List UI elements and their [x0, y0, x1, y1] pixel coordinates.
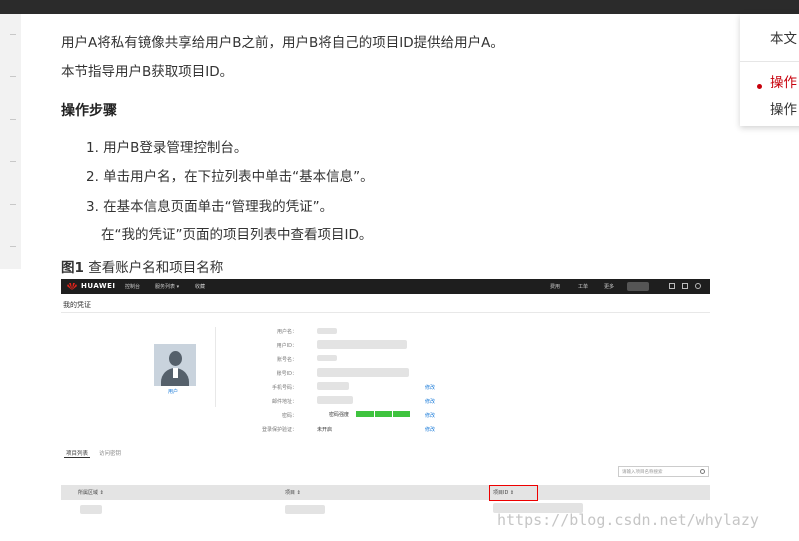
step-item-3: 3. 在基本信息页面单击“管理我的凭证”。 [86, 199, 334, 215]
project-table-header [61, 485, 710, 500]
value-email-blurred [317, 396, 353, 404]
edit-login-protect-link[interactable]: 修改 [425, 426, 435, 433]
cell-project-blurred [285, 505, 325, 514]
login-protect-value: 未开启 [317, 427, 333, 433]
nav-menu-services[interactable]: 服务列表 ▾ [155, 283, 179, 290]
value-username-blurred [317, 328, 337, 334]
value-user-id-blurred [317, 340, 407, 349]
brand-name: HUAWEI [81, 282, 116, 290]
huawei-logo-icon [67, 283, 77, 290]
sidebar-tick [10, 119, 16, 120]
intro-paragraph-2: 本节指导用户B获取项目ID。 [61, 64, 234, 80]
username-blurred[interactable] [627, 282, 649, 291]
nav-menu-console[interactable]: 控制台 [125, 283, 140, 290]
page-title: 我的凭证 [63, 301, 91, 309]
tab-access-keys[interactable]: 访问密钥 [99, 449, 121, 457]
help-icon[interactable] [695, 283, 701, 289]
document-icon[interactable] [682, 283, 688, 289]
nav-menu-favorites[interactable]: 收藏 [195, 283, 205, 290]
figure-number: 图1 [61, 260, 84, 276]
sidebar-tick [10, 246, 16, 247]
toc-item-2-active[interactable]: 操作 [770, 71, 797, 91]
blog-watermark: https://blog.csdn.net/whylazy [497, 511, 759, 529]
password-strength-bar [356, 411, 410, 417]
toc-item-1[interactable]: 本文 [770, 27, 797, 47]
field-label-account-name: 账号名： [276, 357, 297, 363]
toc-divider [740, 61, 799, 62]
edit-phone-link[interactable]: 修改 [425, 384, 435, 391]
user-link[interactable]: 用户 [168, 388, 178, 395]
field-label-account-id: 账号ID： [276, 371, 297, 377]
step-3-subtext: 在“我的凭证”页面的项目列表中查看项目ID。 [101, 227, 373, 243]
sidebar-tick [10, 204, 16, 205]
figure-caption: 图1 查看账户名和项目名称 [61, 256, 223, 276]
toc-item-3[interactable]: 操作 [770, 98, 797, 118]
project-id-highlight-box [489, 485, 538, 501]
col-header-region[interactable]: 所属区域 ⇕ [78, 489, 104, 496]
profile-divider [215, 327, 216, 407]
edit-email-link[interactable]: 修改 [425, 398, 435, 405]
step-item-2: 2. 单击用户名，在下拉列表中单击“基本信息”。 [86, 169, 374, 185]
top-bar [0, 0, 799, 14]
nav-tickets[interactable]: 工单 [578, 283, 588, 290]
sidebar-tick [10, 161, 16, 162]
cell-region-blurred [80, 505, 102, 514]
console-screenshot: HUAWEI 控制台 服务列表 ▾ 收藏 费用 工单 更多 我的凭证 用户 用户… [61, 279, 710, 541]
value-account-name-blurred [317, 355, 337, 361]
field-label-email: 邮件地址： [271, 399, 297, 405]
field-label-phone: 手机号码： [271, 385, 297, 391]
search-placeholder: 请输入项目名称搜索 [622, 470, 663, 475]
steps-heading: 操作步骤 [61, 103, 117, 119]
sidebar-tick [10, 76, 16, 77]
value-phone-blurred [317, 382, 349, 390]
col-header-project[interactable]: 项目 ⇕ [285, 489, 301, 496]
left-sidebar-strip [0, 14, 21, 269]
tab-project-list[interactable]: 项目列表 [66, 449, 88, 457]
console-nav-bar: HUAWEI 控制台 服务列表 ▾ 收藏 费用 工单 更多 [61, 279, 710, 294]
field-label-user-id: 用户ID： [276, 343, 297, 349]
value-account-id-blurred [317, 368, 409, 377]
nav-more[interactable]: 更多 [604, 283, 614, 290]
avatar-icon [154, 344, 196, 386]
toc-active-dot [757, 84, 762, 89]
step-item-1: 1. 用户B登录管理控制台。 [86, 140, 248, 156]
search-icon[interactable] [700, 469, 705, 474]
edit-password-link[interactable]: 修改 [425, 412, 435, 419]
active-tab-underline [64, 457, 90, 458]
toc-panel: 本文 操作 操作 [740, 14, 799, 126]
mail-icon[interactable] [669, 283, 675, 289]
field-label-login-protect: 登录保护验证： [261, 427, 297, 433]
project-search-input[interactable]: 请输入项目名称搜索 [618, 466, 709, 477]
title-divider [61, 312, 710, 313]
field-label-password: 密码： [281, 413, 297, 419]
field-label-username: 用户名： [276, 329, 297, 335]
intro-paragraph-1: 用户A将私有镜像共享给用户B之前，用户B将自己的项目ID提供给用户A。 [61, 35, 504, 51]
sidebar-tick [10, 34, 16, 35]
nav-fees[interactable]: 费用 [550, 283, 560, 290]
figure-title: 查看账户名和项目名称 [88, 260, 224, 276]
password-strength-label: 密码强度 [329, 412, 350, 418]
